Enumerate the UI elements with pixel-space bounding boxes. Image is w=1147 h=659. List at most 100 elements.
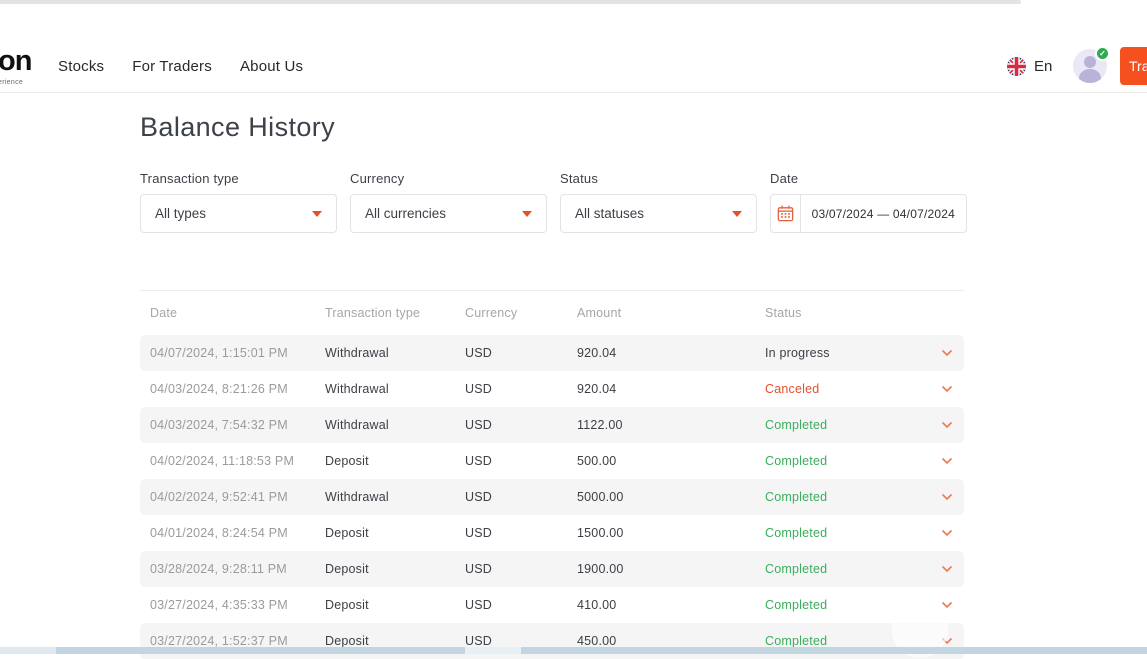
nav-link-about-us[interactable]: About Us (240, 58, 303, 75)
nav-links: Stocks For Traders About Us (58, 40, 303, 92)
cell-status: Canceled (765, 382, 930, 396)
filter-value-status: All statuses (575, 206, 644, 221)
cell-date: 04/03/2024, 8:21:26 PM (150, 382, 325, 396)
cell-transaction-type: Withdrawal (325, 418, 465, 432)
user-avatar[interactable]: ✓ (1073, 49, 1107, 83)
table-row[interactable]: 04/01/2024, 8:24:54 PMDepositUSD1500.00C… (140, 515, 964, 551)
cell-status: Completed (765, 454, 930, 468)
balance-history-table: DateTransaction typeCurrencyAmountStatus… (140, 290, 964, 659)
brand-logo-tagline: erience (0, 79, 31, 86)
cell-date: 04/03/2024, 7:54:32 PM (150, 418, 325, 432)
table-row[interactable]: 04/03/2024, 7:54:32 PMWithdrawalUSD1122.… (140, 407, 964, 443)
date-filter: Date 03/07/2024 — 04/07/2024 (770, 171, 967, 233)
table-header-row: DateTransaction typeCurrencyAmountStatus (140, 291, 964, 335)
window-bottom-edge (0, 647, 1147, 654)
cell-status: Completed (765, 562, 930, 576)
filter-label-status: Status (560, 171, 757, 186)
cell-date: 03/28/2024, 9:28:11 PM (150, 562, 325, 576)
page-title: Balance History (140, 112, 335, 143)
expand-chevron-icon[interactable] (941, 385, 953, 393)
cell-amount: 500.00 (577, 454, 765, 468)
select-filters: Transaction type All types Currency All cur… (140, 171, 757, 233)
cell-amount: 410.00 (577, 598, 765, 612)
table-row[interactable]: 03/28/2024, 9:28:11 PMDepositUSD1900.00C… (140, 551, 964, 587)
cell-transaction-type: Deposit (325, 454, 465, 468)
filter-status: Status All statuses (560, 171, 757, 233)
calendar-icon[interactable] (771, 195, 801, 232)
column-header-date: Date (150, 306, 325, 320)
expand-chevron-icon[interactable] (941, 565, 953, 573)
navbar: on erience Stocks For Traders About Us En (0, 40, 1147, 93)
cell-amount: 1900.00 (577, 562, 765, 576)
table-row[interactable]: 04/02/2024, 11:18:53 PMDepositUSD500.00C… (140, 443, 964, 479)
cell-amount: 920.04 (577, 346, 765, 360)
filter-label-currency: Currency (350, 171, 547, 186)
expand-chevron-icon[interactable] (941, 601, 953, 609)
cell-currency: USD (465, 490, 577, 504)
window-bottom-edge-segment (0, 647, 56, 654)
table-row[interactable]: 04/07/2024, 1:15:01 PMWithdrawalUSD920.0… (140, 335, 964, 371)
expand-chevron-icon[interactable] (941, 349, 953, 357)
cell-amount: 1122.00 (577, 418, 765, 432)
cell-amount: 920.04 (577, 382, 765, 396)
chevron-down-icon (732, 211, 742, 217)
language-label: En (1034, 58, 1052, 75)
cell-date: 04/02/2024, 11:18:53 PM (150, 454, 325, 468)
filter-select-currency[interactable]: All currencies (350, 194, 547, 233)
cell-transaction-type: Deposit (325, 526, 465, 540)
cell-transaction-type: Deposit (325, 634, 465, 648)
cell-currency: USD (465, 418, 577, 432)
cell-amount: 1500.00 (577, 526, 765, 540)
cell-status: In progress (765, 346, 930, 360)
cell-date: 03/27/2024, 1:52:37 PM (150, 634, 325, 648)
chevron-down-icon (312, 211, 322, 217)
cell-date: 04/01/2024, 8:24:54 PM (150, 526, 325, 540)
date-range-picker[interactable]: 03/07/2024 — 04/07/2024 (770, 194, 967, 233)
date-range-value: 03/07/2024 — 04/07/2024 (801, 195, 966, 232)
cell-amount: 5000.00 (577, 490, 765, 504)
cell-currency: USD (465, 346, 577, 360)
cell-currency: USD (465, 382, 577, 396)
cell-currency: USD (465, 562, 577, 576)
uk-flag-icon (1007, 57, 1026, 76)
cell-currency: USD (465, 526, 577, 540)
table-row[interactable]: 04/02/2024, 9:52:41 PMWithdrawalUSD5000.… (140, 479, 964, 515)
expand-chevron-icon[interactable] (941, 421, 953, 429)
table-row[interactable]: 03/27/2024, 4:35:33 PMDepositUSD410.00Co… (140, 587, 964, 623)
language-switcher[interactable]: En (1007, 40, 1052, 92)
column-header-currency: Currency (465, 306, 577, 320)
cell-currency: USD (465, 634, 577, 648)
filter-value-transaction-type: All types (155, 206, 206, 221)
cell-transaction-type: Withdrawal (325, 382, 465, 396)
nav-link-stocks[interactable]: Stocks (58, 58, 104, 75)
filter-label-transaction-type: Transaction type (140, 171, 337, 186)
column-header-status: Status (765, 306, 930, 320)
column-header-transaction-type: Transaction type (325, 306, 465, 320)
window-bottom-edge-segment (465, 647, 521, 654)
cell-date: 04/07/2024, 1:15:01 PM (150, 346, 325, 360)
cell-currency: USD (465, 598, 577, 612)
table-row[interactable]: 04/03/2024, 8:21:26 PMWithdrawalUSD920.0… (140, 371, 964, 407)
cell-transaction-type: Withdrawal (325, 490, 465, 504)
nav-link-for-traders[interactable]: For Traders (132, 58, 212, 75)
brand-logo-text: on (0, 47, 31, 76)
cell-date: 03/27/2024, 4:35:33 PM (150, 598, 325, 612)
brand-logo[interactable]: on erience (0, 47, 31, 86)
check-icon: ✓ (1095, 46, 1110, 61)
filter-value-currency: All currencies (365, 206, 446, 221)
table-body: 04/07/2024, 1:15:01 PMWithdrawalUSD920.0… (140, 335, 964, 659)
cell-date: 04/02/2024, 9:52:41 PM (150, 490, 325, 504)
filter-select-status[interactable]: All statuses (560, 194, 757, 233)
expand-chevron-icon[interactable] (941, 529, 953, 537)
cell-status: Completed (765, 526, 930, 540)
expand-chevron-icon[interactable] (941, 457, 953, 465)
filter-select-transaction-type[interactable]: All types (140, 194, 337, 233)
cell-transaction-type: Withdrawal (325, 346, 465, 360)
trade-button[interactable]: Tra (1120, 47, 1147, 85)
window-top-edge (0, 0, 1021, 4)
cell-amount: 450.00 (577, 634, 765, 648)
column-header-amount: Amount (577, 306, 765, 320)
chevron-down-icon (522, 211, 532, 217)
date-filter-label: Date (770, 171, 967, 186)
expand-chevron-icon[interactable] (941, 493, 953, 501)
